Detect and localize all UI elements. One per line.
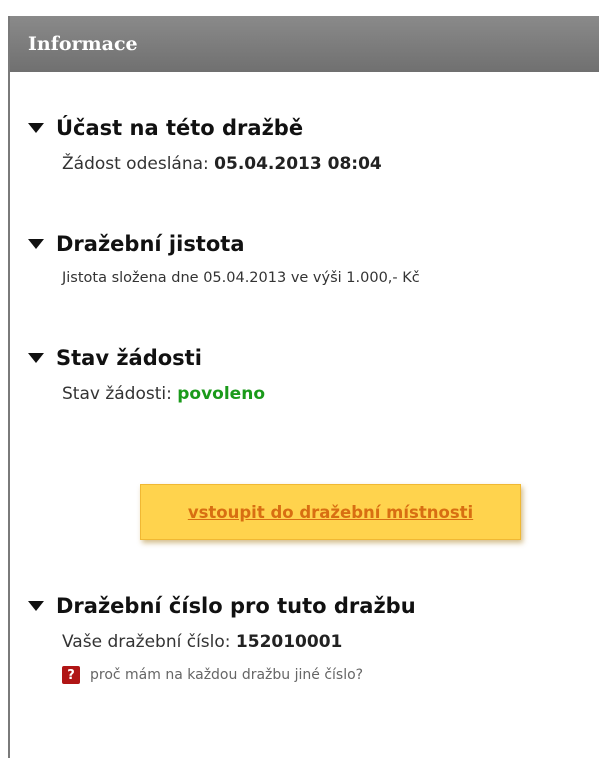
section-title[interactable]: Dražební jistota <box>28 232 420 256</box>
section-title-label: Stav žádosti <box>56 346 202 370</box>
question-icon: ? <box>62 666 80 684</box>
auction-number: Vaše dražební číslo: 152010001 <box>62 632 416 652</box>
deposit-text: Jistota složena dne 05.04.2013 ve výši 1… <box>62 270 420 286</box>
request-status: Stav žádosti: povoleno <box>62 384 265 404</box>
expand-triangle-icon <box>28 239 44 249</box>
expand-triangle-icon <box>28 353 44 363</box>
section-title-label: Dražební číslo pro tuto dražbu <box>56 594 416 618</box>
status-label: Stav žádosti: <box>62 384 178 404</box>
section-title-label: Dražební jistota <box>56 232 245 256</box>
status-value: povoleno <box>177 384 265 404</box>
help-row: ? proč mám na každou dražbu jiné číslo? <box>62 666 416 684</box>
expand-triangle-icon <box>28 601 44 611</box>
request-sent-value: 05.04.2013 08:04 <box>214 154 382 174</box>
info-panel: Informace Účast na této dražbě Žádost od… <box>8 16 599 758</box>
enter-auction-room-button[interactable]: vstoupit do dražební místnosti <box>140 484 521 540</box>
section-title[interactable]: Účast na této dražbě <box>28 116 382 140</box>
section-deposit: Dražební jistota Jistota složena dne 05.… <box>28 232 420 286</box>
help-link[interactable]: proč mám na každou dražbu jiné číslo? <box>90 667 363 683</box>
section-title-label: Účast na této dražbě <box>56 116 304 140</box>
auction-number-label: Vaše dražební číslo: <box>62 632 236 652</box>
expand-triangle-icon <box>28 123 44 133</box>
request-sent: Žádost odeslána: 05.04.2013 08:04 <box>62 154 382 174</box>
section-title[interactable]: Dražební číslo pro tuto dražbu <box>28 594 416 618</box>
section-title[interactable]: Stav žádosti <box>28 346 265 370</box>
section-auction-number: Dražební číslo pro tuto dražbu Vaše draž… <box>28 594 416 684</box>
request-sent-label: Žádost odeslána: <box>62 154 215 174</box>
auction-number-value: 152010001 <box>235 632 343 652</box>
section-status: Stav žádosti Stav žádosti: povoleno <box>28 346 265 404</box>
panel-header: Informace <box>10 16 599 72</box>
section-participation: Účast na této dražbě Žádost odeslána: 05… <box>28 116 382 174</box>
panel-title: Informace <box>28 33 138 55</box>
